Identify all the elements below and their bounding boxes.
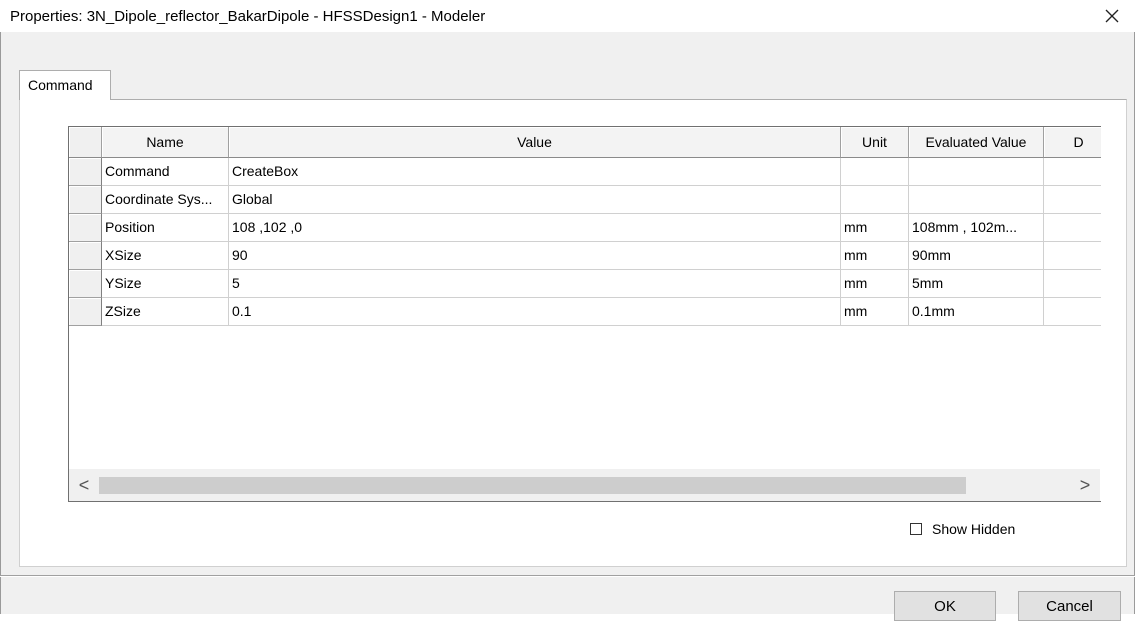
cell-evaluated[interactable] [909,186,1044,214]
row-selector[interactable] [69,270,102,298]
row-selector[interactable] [69,242,102,270]
horizontal-scrollbar[interactable]: < > [69,469,1100,501]
title-bar: Properties: 3N_Dipole_reflector_BakarDip… [0,0,1135,32]
button-separator-highlight [0,576,1135,577]
properties-grid: Name Value Unit Evaluated Value D Command Crea… [68,126,1101,502]
column-header-unit[interactable]: Unit [841,127,909,158]
cell-unit[interactable]: mm [841,270,909,298]
cell-evaluated[interactable] [909,158,1044,186]
show-hidden-checkbox[interactable]: Show Hidden [910,521,1015,537]
show-hidden-label: Show Hidden [932,521,1016,537]
row-selector[interactable] [69,298,102,326]
tab-command-label: Command [28,77,93,93]
cell-name[interactable]: Coordinate Sys... [102,186,229,214]
cell-value[interactable]: Global [229,186,841,214]
cell-value[interactable]: 90 [229,242,841,270]
row-selector[interactable] [69,158,102,186]
cell-value[interactable]: CreateBox [229,158,841,186]
cell-unit[interactable]: mm [841,242,909,270]
cell-d[interactable] [1044,158,1101,186]
cell-name[interactable]: Position [102,214,229,242]
scroll-left-arrow-icon[interactable]: < [69,469,99,501]
window-border-left [0,32,1,614]
ok-button[interactable]: OK [894,591,996,621]
scroll-right-arrow-icon[interactable]: > [1070,469,1100,501]
cell-unit[interactable] [841,158,909,186]
cell-value[interactable]: 108 ,102 ,0 [229,214,841,242]
cell-d[interactable] [1044,298,1101,326]
close-button[interactable] [1089,0,1135,32]
cell-unit[interactable] [841,186,909,214]
cell-evaluated[interactable]: 108mm , 102m... [909,214,1044,242]
cell-evaluated[interactable]: 90mm [909,242,1044,270]
header-corner [69,127,102,158]
cell-name[interactable]: YSize [102,270,229,298]
cell-d[interactable] [1044,242,1101,270]
cell-name[interactable]: Command [102,158,229,186]
column-header-evaluated-value[interactable]: Evaluated Value [909,127,1044,158]
row-selector[interactable] [69,186,102,214]
cell-value[interactable]: 5 [229,270,841,298]
scroll-thumb[interactable] [99,477,966,494]
cell-name[interactable]: XSize [102,242,229,270]
cell-unit[interactable]: mm [841,214,909,242]
cell-evaluated[interactable]: 5mm [909,270,1044,298]
cell-value[interactable]: 0.1 [229,298,841,326]
checkbox-box[interactable] [910,523,922,535]
cancel-button[interactable]: Cancel [1018,591,1121,621]
cell-evaluated[interactable]: 0.1mm [909,298,1044,326]
cell-unit[interactable]: mm [841,298,909,326]
column-header-d[interactable]: D [1044,127,1101,158]
column-header-name[interactable]: Name [102,127,229,158]
cell-d[interactable] [1044,270,1101,298]
cell-d[interactable] [1044,214,1101,242]
column-header-value[interactable]: Value [229,127,841,158]
window-title: Properties: 3N_Dipole_reflector_BakarDip… [10,8,486,25]
cell-d[interactable] [1044,186,1101,214]
row-selector[interactable] [69,214,102,242]
cell-name[interactable]: ZSize [102,298,229,326]
close-icon [1105,9,1119,23]
tab-command[interactable]: Command [19,70,111,100]
